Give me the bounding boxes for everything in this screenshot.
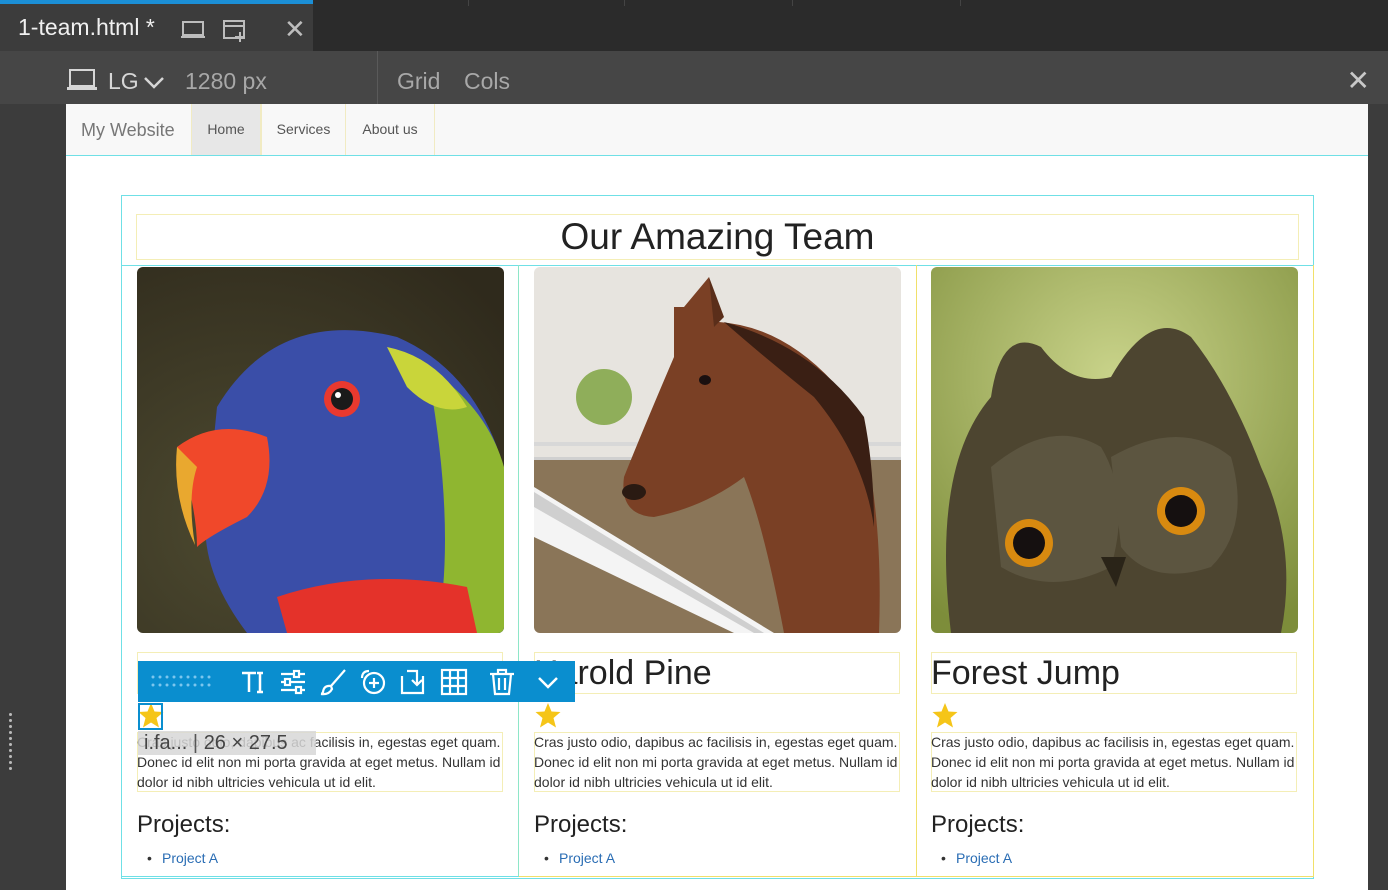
project-link[interactable]: Project A xyxy=(147,850,218,866)
brand-link[interactable]: My Website xyxy=(81,120,175,141)
settings-sliders-icon[interactable] xyxy=(279,668,307,696)
owl-photo xyxy=(931,267,1298,633)
close-tab-icon[interactable]: ✕ xyxy=(284,16,306,42)
close-icon[interactable]: ✕ xyxy=(1347,67,1370,95)
text-edit-icon[interactable] xyxy=(239,668,267,696)
divider xyxy=(960,0,961,6)
selection-info: i.fa... | 26 × 27.5 xyxy=(138,731,316,755)
cols-toggle[interactable]: Cols xyxy=(464,68,510,95)
trash-icon[interactable] xyxy=(488,668,516,696)
divider xyxy=(792,0,793,6)
parrot-photo xyxy=(137,267,504,633)
new-window-icon[interactable] xyxy=(222,18,248,42)
tab-1-team[interactable]: 1-team.html * ✕ xyxy=(0,0,313,51)
projects-heading: Projects: xyxy=(137,811,231,838)
nav-home[interactable]: Home xyxy=(191,104,261,155)
team-member-card: Cras justo odio, dapibus ac facilisis in… xyxy=(121,265,519,877)
divider xyxy=(624,0,625,6)
element-toolbar xyxy=(138,661,575,702)
insert-element-icon[interactable] xyxy=(359,668,387,696)
project-link[interactable]: Project A xyxy=(544,850,615,866)
chevron-down-icon[interactable] xyxy=(534,668,562,696)
viewport-width: 1280 px xyxy=(185,68,267,94)
device-toolbar: LG 1280 px Grid Cols ✕ xyxy=(0,51,1388,104)
move-into-icon[interactable] xyxy=(399,668,427,696)
breakpoint-label[interactable]: LG xyxy=(108,68,139,95)
drag-handle-icon[interactable] xyxy=(150,674,212,688)
laptop-icon[interactable] xyxy=(66,68,98,92)
divider xyxy=(468,0,469,6)
nav-services[interactable]: Services xyxy=(261,104,346,155)
member-bio: Cras justo odio, dapibus ac facilisis in… xyxy=(534,734,898,790)
resize-grip[interactable] xyxy=(9,713,15,773)
chevron-down-icon[interactable] xyxy=(143,76,165,90)
grid-icon[interactable] xyxy=(440,668,468,696)
navbar: My Website Home Services About us xyxy=(66,104,1368,156)
star-icon[interactable] xyxy=(535,702,561,729)
selection-size: 26 × 27.5 xyxy=(203,732,288,754)
preview-icon[interactable] xyxy=(180,18,206,42)
nav-about-us[interactable]: About us xyxy=(345,104,435,155)
selected-element-outline xyxy=(138,703,163,730)
page-title: Our Amazing Team xyxy=(560,216,875,257)
page-canvas: My Website Home Services About us Our Am… xyxy=(66,104,1368,890)
tab-title: 1-team.html * xyxy=(18,14,155,40)
team-member-card: Harold Pine Cras justo odio, dapibus ac … xyxy=(519,265,917,877)
divider xyxy=(377,51,378,104)
member-name: Forest Jump xyxy=(931,654,1120,692)
team-member-card: Forest Jump Cras justo odio, dapibus ac … xyxy=(916,265,1314,877)
projects-heading: Projects: xyxy=(931,811,1025,838)
member-bio: Cras justo odio, dapibus ac facilisis in… xyxy=(931,734,1295,790)
projects-heading: Projects: xyxy=(534,811,628,838)
horse-photo xyxy=(534,267,901,633)
grid-toggle[interactable]: Grid xyxy=(397,68,440,95)
project-link[interactable]: Project A xyxy=(941,850,1012,866)
selection-tag: i.fa... xyxy=(144,732,188,754)
brush-icon[interactable] xyxy=(319,668,347,696)
star-icon[interactable] xyxy=(932,702,958,729)
tab-bar: 1-team.html * ✕ xyxy=(0,0,1388,51)
